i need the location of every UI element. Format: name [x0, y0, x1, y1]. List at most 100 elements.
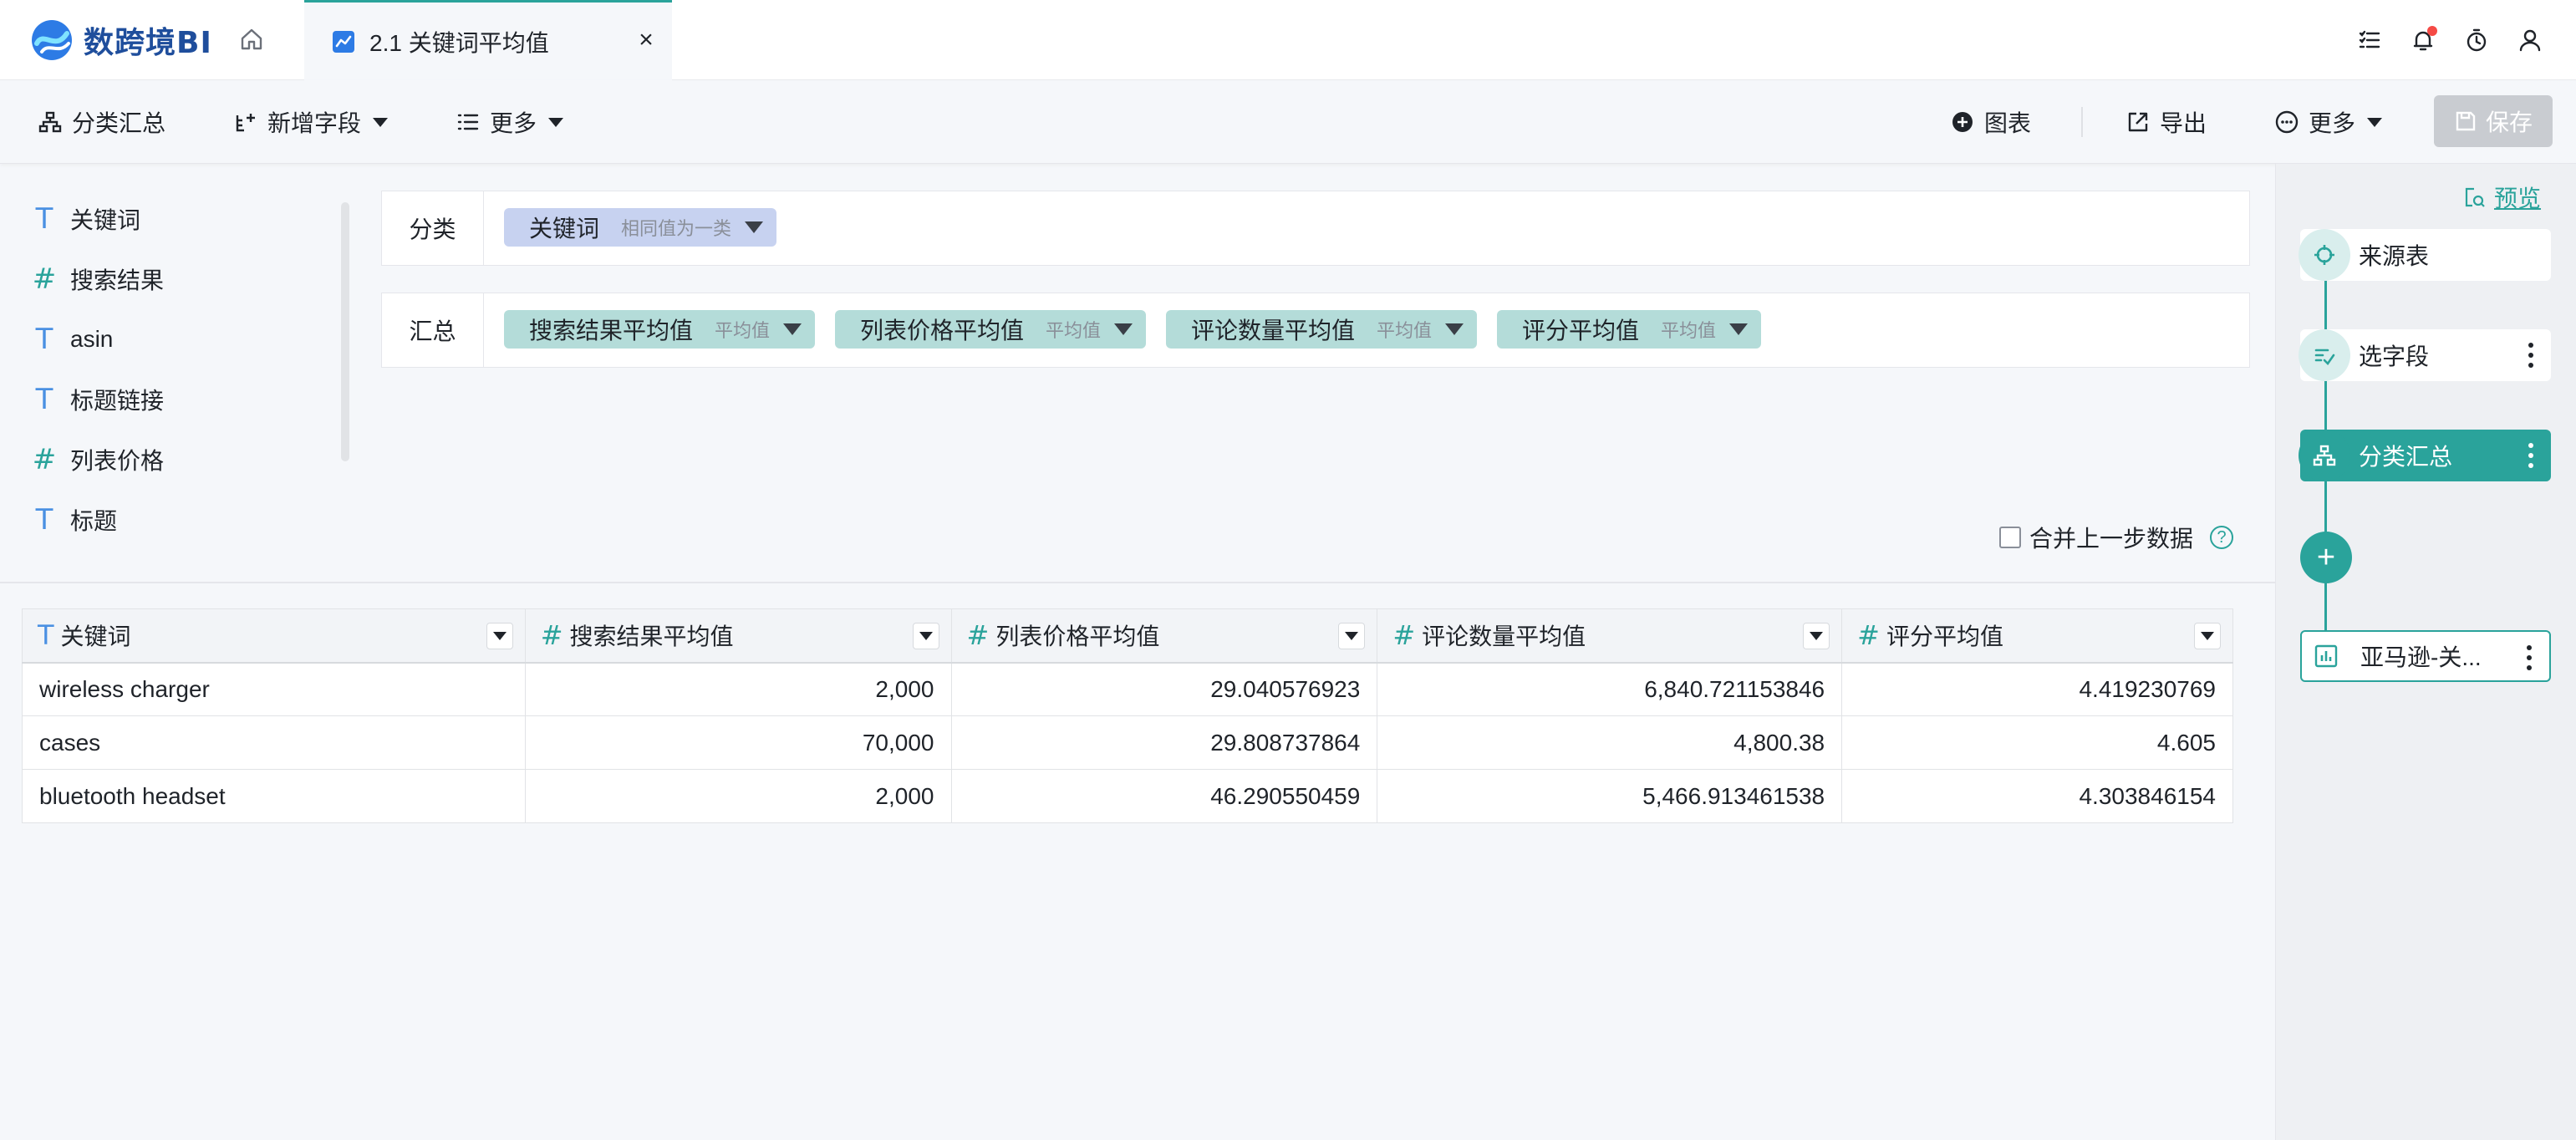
table-cell[interactable]: 46.290550459	[950, 769, 1378, 823]
flow-node-output[interactable]: 亚马逊-关...	[2300, 630, 2551, 682]
number-type-icon: #	[1857, 619, 1880, 652]
field-item[interactable]: # 列表价格	[30, 441, 164, 478]
chevron-down-icon[interactable]	[1114, 323, 1133, 335]
close-icon[interactable]: ×	[632, 26, 660, 54]
preview-label: 预览	[2494, 186, 2542, 211]
field-name: 搜索结果	[70, 267, 165, 293]
column-header[interactable]: T 关键词	[22, 608, 526, 664]
table-cell[interactable]: 2,000	[524, 769, 952, 823]
logo-icon	[32, 20, 72, 60]
add-field-button[interactable]: 新增字段	[234, 104, 389, 140]
table-cell[interactable]: 4.419230769	[1841, 662, 2233, 716]
node-label: 分类汇总	[2359, 444, 2453, 470]
column-header[interactable]: # 列表价格平均值	[950, 608, 1378, 664]
table-cell[interactable]: 4,800.38	[1377, 715, 1843, 770]
more-vertical-icon[interactable]	[2524, 441, 2538, 470]
text-type-icon: T	[38, 619, 54, 652]
save-icon	[2456, 111, 2476, 131]
more-menu-left[interactable]: 更多	[456, 104, 564, 140]
summary-chip[interactable]: 评分平均值 平均值	[1497, 310, 1762, 349]
bar-chart-icon	[2300, 630, 2352, 682]
field-list: T 关键词 # 搜索结果 T asin T 标题链接 # 列表价格 T 标题	[0, 192, 351, 560]
app-logo[interactable]: 数跨境BI	[30, 17, 212, 64]
chevron-down-icon[interactable]	[1445, 323, 1464, 335]
table-cell[interactable]: wireless charger	[22, 662, 526, 716]
chip-mode: 平均值	[1661, 320, 1717, 341]
chip-mode: 平均值	[1377, 320, 1433, 341]
column-menu-button[interactable]	[1338, 623, 1366, 649]
preview-icon	[2465, 187, 2485, 207]
more-circle-icon	[2275, 110, 2299, 134]
column-name: 搜索结果平均值	[569, 623, 734, 650]
toolbar-divider	[2081, 107, 2083, 137]
more-vertical-icon[interactable]	[2524, 341, 2538, 369]
bell-icon[interactable]	[2407, 24, 2439, 56]
tab-keyword-average[interactable]: 2.1 关键词平均值 ×	[304, 0, 672, 80]
group-summary-button[interactable]: 分类汇总	[38, 104, 165, 140]
flow-node-source[interactable]: 来源表	[2299, 229, 2551, 281]
chevron-down-icon[interactable]	[1729, 323, 1749, 335]
hierarchy-icon	[2299, 430, 2350, 481]
table-cell[interactable]: 29.040576923	[950, 662, 1378, 716]
column-name: 评论数量平均值	[1422, 623, 1586, 650]
field-item[interactable]: T 标题链接	[30, 381, 164, 418]
table-cell[interactable]: 29.808737864	[950, 715, 1378, 770]
table-cell[interactable]: 6,840.721153846	[1377, 662, 1843, 716]
field-item[interactable]: T 标题	[30, 501, 117, 538]
field-name: 标题	[70, 508, 118, 534]
user-icon[interactable]	[2514, 24, 2546, 56]
column-header[interactable]: # 评论数量平均值	[1377, 608, 1843, 664]
save-label: 保存	[2485, 109, 2533, 135]
column-menu-button[interactable]	[1803, 623, 1830, 649]
chevron-down-icon	[548, 117, 564, 127]
column-header[interactable]: # 搜索结果平均值	[524, 608, 952, 664]
table-cell[interactable]: bluetooth headset	[22, 769, 526, 823]
flow-node-group-summary[interactable]: 分类汇总	[2299, 430, 2551, 481]
field-name: 标题链接	[70, 388, 165, 414]
chip-name: 评论数量平均值	[1191, 318, 1356, 344]
table-row: cases 70,000 29.808737864 4,800.38 4.605	[22, 715, 2233, 770]
chevron-down-icon[interactable]	[745, 221, 764, 233]
field-item[interactable]: T 关键词	[30, 201, 140, 237]
table-cell[interactable]: cases	[22, 715, 526, 770]
chip-name: 评分平均值	[1522, 318, 1640, 344]
chart-button[interactable]: 图表	[1951, 104, 2031, 140]
chevron-down-icon	[373, 117, 389, 127]
preview-link[interactable]: 预览	[2462, 181, 2541, 214]
field-item[interactable]: T asin	[30, 321, 114, 358]
save-button[interactable]: 保存	[2434, 95, 2553, 147]
summary-chip[interactable]: 搜索结果平均值 平均值	[504, 310, 816, 349]
add-field-label: 新增字段	[267, 110, 362, 136]
chevron-down-icon	[2367, 117, 2383, 127]
summary-chip[interactable]: 评论数量平均值 平均值	[1166, 310, 1478, 349]
column-menu-button[interactable]	[2194, 623, 2221, 649]
column-menu-button[interactable]	[912, 623, 939, 649]
timer-icon[interactable]	[2461, 24, 2492, 56]
table-cell[interactable]: 5,466.913461538	[1377, 769, 1843, 823]
export-button[interactable]: 导出	[2126, 104, 2207, 140]
chevron-down-icon	[919, 632, 933, 640]
chevron-down-icon[interactable]	[783, 323, 802, 335]
flow-node-select-fields[interactable]: 选字段	[2299, 329, 2551, 381]
field-list-scrollbar[interactable]	[341, 202, 349, 461]
hierarchy-icon	[38, 111, 62, 133]
export-label: 导出	[2160, 110, 2207, 136]
summary-chip[interactable]: 列表价格平均值 平均值	[835, 310, 1147, 349]
table-cell[interactable]: 4.605	[1841, 715, 2233, 770]
more-menu-right[interactable]: 更多	[2275, 104, 2383, 140]
column-header[interactable]: # 评分平均值	[1841, 608, 2233, 664]
column-menu-button[interactable]	[486, 623, 513, 649]
add-step-button[interactable]: +	[2300, 532, 2352, 583]
task-list-icon[interactable]	[2354, 24, 2385, 56]
field-item[interactable]: # 搜索结果	[30, 261, 164, 298]
chip-name: 列表价格平均值	[860, 318, 1025, 344]
merge-previous-checkbox[interactable]	[1999, 527, 2021, 548]
home-icon[interactable]	[234, 22, 269, 57]
group-chip-keyword[interactable]: 关键词 相同值为一类	[504, 208, 777, 247]
help-icon[interactable]: ?	[2210, 526, 2234, 549]
table-cell[interactable]: 2,000	[524, 662, 952, 716]
more-vertical-icon[interactable]	[2523, 644, 2536, 672]
crosshair-icon	[2299, 229, 2350, 281]
table-cell[interactable]: 4.303846154	[1841, 769, 2233, 823]
table-cell[interactable]: 70,000	[524, 715, 952, 770]
